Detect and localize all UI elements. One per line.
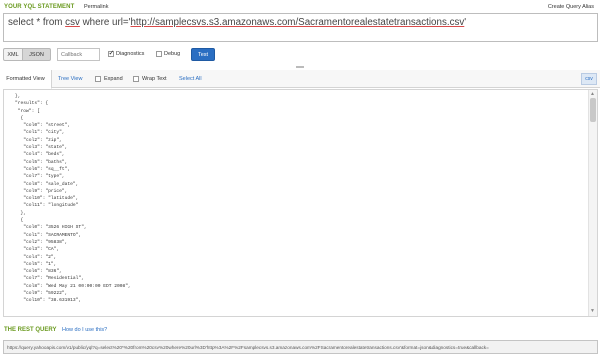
- json-output-line: "col2": "zip",: [4, 137, 62, 143]
- json-output-line: },: [4, 94, 21, 99]
- json-output-line: {: [4, 115, 24, 121]
- format-xml-button[interactable]: XML: [3, 48, 23, 61]
- json-output-line: "col2": "95838",: [4, 239, 68, 245]
- debug-checkbox[interactable]: [156, 51, 162, 57]
- yql-statement-title: YOUR YQL STATEMENT: [4, 4, 75, 10]
- rest-query-url: https://query.yahooapis.com/v1/public/yq…: [7, 345, 489, 350]
- json-output-line: "col10": "latitude",: [4, 196, 79, 202]
- tab-formatted-view[interactable]: Formatted View: [0, 70, 52, 89]
- json-output-line: "col4": "2",: [4, 254, 57, 260]
- json-output-line: "col3": "state",: [4, 145, 68, 151]
- query-url: http://samplecsvs.s3.amazonaws.com/Sacra…: [130, 17, 465, 28]
- json-output-line: "results": {: [4, 101, 49, 107]
- expand-checkbox[interactable]: [95, 76, 101, 82]
- json-output-line: "col8": "sale_date",: [4, 181, 79, 187]
- permalink-link[interactable]: Permalink: [84, 4, 108, 10]
- json-output-line: "col1": "SACRAMENTO",: [4, 232, 82, 238]
- json-output-line: },: [4, 210, 27, 216]
- scroll-thumb[interactable]: [590, 98, 596, 122]
- json-output-line: "col3": "CA",: [4, 247, 60, 253]
- json-output-line: "col1": "city",: [4, 130, 65, 136]
- json-output-line: "col0": "street",: [4, 123, 71, 129]
- yql-query-editor[interactable]: select * from csv where url='http://samp…: [3, 13, 598, 42]
- json-output-line: {: [4, 218, 24, 224]
- query-prefix: select * from: [8, 17, 66, 28]
- output-scrollbar[interactable]: ▲ ▼: [588, 90, 597, 316]
- json-output-line: "col7": "Residential",: [4, 276, 84, 282]
- json-output-line: "col10": "38.631913",: [4, 298, 82, 304]
- json-output-line: "col4": "beds",: [4, 152, 65, 158]
- rest-query-title: THE REST QUERY: [4, 327, 57, 333]
- json-output-line: "col8": "Wed May 21 00:00:00 EDT 2008",: [4, 283, 131, 289]
- output-toolbar: Formatted View Tree View Expand Wrap Tex…: [0, 70, 600, 89]
- create-query-alias-link[interactable]: Create Query Alias: [548, 4, 594, 10]
- diagnostics-label: Diagnostics: [116, 51, 145, 57]
- select-all-link[interactable]: Select All: [179, 76, 202, 82]
- expand-label: Expand: [104, 76, 123, 82]
- wrap-text-label: Wrap Text: [142, 76, 167, 82]
- scroll-up-icon[interactable]: ▲: [590, 92, 595, 97]
- json-output-line: "col9": "price",: [4, 188, 68, 194]
- csv-button[interactable]: csv: [581, 73, 597, 85]
- callback-input[interactable]: [57, 48, 100, 61]
- query-suffix: ': [464, 17, 467, 28]
- rest-query-url-box[interactable]: https://query.yahooapis.com/v1/public/yq…: [3, 340, 598, 354]
- format-json-button[interactable]: JSON: [23, 48, 51, 61]
- debug-label: Debug: [164, 51, 181, 57]
- how-to-use-link[interactable]: How do I use this?: [62, 327, 107, 333]
- json-output-line: "col5": "1",: [4, 261, 57, 267]
- scroll-down-icon[interactable]: ▼: [590, 309, 595, 314]
- json-output-line: "col7": "type",: [4, 174, 65, 180]
- header-bar: YOUR YQL STATEMENT Permalink Create Quer…: [0, 0, 600, 13]
- query-table: csv: [65, 17, 80, 28]
- json-output-line: "col9": "59222",: [4, 291, 68, 297]
- diagnostics-checkbox[interactable]: [108, 49, 114, 57]
- json-output-line: "col0": "3526 HIGH ST",: [4, 225, 87, 231]
- json-output-line: "col11": "longitude": [4, 203, 79, 209]
- results-output[interactable]: }, "results": { "row": [ { "col0": "stre…: [3, 89, 598, 317]
- json-output-line: "col6": "836",: [4, 269, 62, 275]
- json-output-text: }, "results": { "row": [ { "col0": "stre…: [4, 93, 131, 305]
- test-button[interactable]: Test: [191, 48, 215, 61]
- json-output-line: "col6": "sq__ft",: [4, 166, 71, 172]
- query-where: where url=': [79, 17, 131, 28]
- query-controls: XML JSON Diagnostics Debug Test: [0, 48, 600, 62]
- wrap-text-checkbox[interactable]: [133, 76, 139, 82]
- query-text: select * from csv where url='http://samp…: [8, 17, 466, 28]
- resize-grip-icon[interactable]: [296, 66, 304, 68]
- json-output-line: "col5": "baths",: [4, 159, 68, 165]
- json-output-line: "row": [: [4, 108, 40, 114]
- tab-tree-view[interactable]: Tree View: [58, 70, 82, 88]
